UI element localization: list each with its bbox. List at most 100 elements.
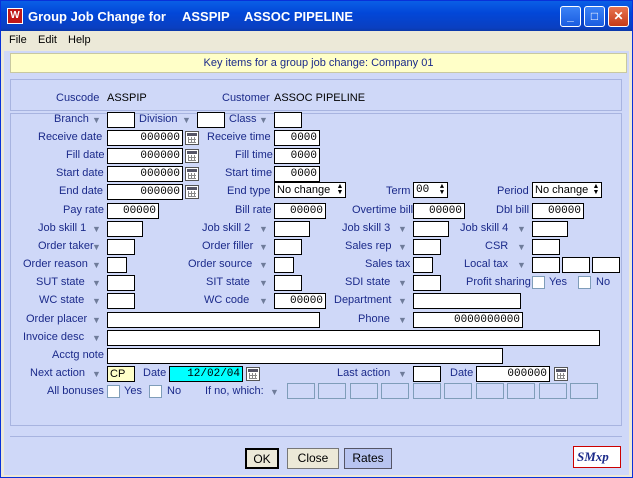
csr-dropdown-icon[interactable] <box>515 241 528 254</box>
invoice-desc-field[interactable] <box>107 330 600 346</box>
menu-file[interactable]: File <box>9 34 27 46</box>
end-date-calendar-icon[interactable] <box>185 185 199 199</box>
end-date-field[interactable]: 000000 <box>107 184 183 200</box>
sit-state-dropdown-icon[interactable] <box>257 277 270 290</box>
next-action-field[interactable]: CP <box>107 366 135 382</box>
csr-field[interactable] <box>532 239 560 255</box>
close-window-button[interactable]: ✕ <box>608 6 629 27</box>
department-field[interactable] <box>413 293 521 309</box>
job-skill-3-field[interactable] <box>413 221 449 237</box>
last-date-calendar-icon[interactable] <box>554 367 568 381</box>
class-dropdown-icon[interactable] <box>257 114 270 127</box>
overtime-bill-field[interactable]: 00000 <box>413 203 465 219</box>
job-skill-4-dropdown-icon[interactable] <box>515 223 528 236</box>
sales-tax-field[interactable] <box>413 257 433 273</box>
bonus-slot-7[interactable] <box>476 383 504 399</box>
job-skill-1-dropdown-icon[interactable] <box>90 223 103 236</box>
order-placer-dropdown-icon[interactable] <box>90 314 103 327</box>
class-field[interactable] <box>274 112 302 128</box>
period-select[interactable]: No change ▲ ▼ <box>532 182 602 198</box>
department-dropdown-icon[interactable] <box>396 295 409 308</box>
bonus-dropdown-icon[interactable] <box>268 386 281 399</box>
dbl-bill-field[interactable]: 00000 <box>532 203 584 219</box>
wc-code-field[interactable]: 00000 <box>274 293 326 309</box>
local-tax-field-1[interactable] <box>532 257 560 273</box>
last-action-field[interactable] <box>413 366 441 382</box>
close-button[interactable]: Close <box>287 448 339 469</box>
all-bonuses-yes-checkbox[interactable] <box>107 385 120 398</box>
bonus-slot-5[interactable] <box>413 383 441 399</box>
order-source-dropdown-icon[interactable] <box>257 259 270 272</box>
sit-state-field[interactable] <box>274 275 302 291</box>
order-filler-dropdown-icon[interactable] <box>257 241 270 254</box>
division-dropdown-icon[interactable] <box>180 114 193 127</box>
next-date-calendar-icon[interactable] <box>246 367 260 381</box>
sdi-state-dropdown-icon[interactable] <box>396 277 409 290</box>
menu-edit[interactable]: Edit <box>38 34 57 46</box>
maximize-button[interactable]: □ <box>584 6 605 27</box>
start-date-calendar-icon[interactable] <box>185 167 199 181</box>
term-select[interactable]: 00 ▲ ▼ <box>413 182 448 198</box>
job-skill-4-field[interactable] <box>532 221 568 237</box>
acctg-note-field[interactable] <box>107 348 503 364</box>
bonus-slot-1[interactable] <box>287 383 315 399</box>
end-type-spinner-icon[interactable]: ▲ ▼ <box>336 183 344 196</box>
next-date-field[interactable]: 12/02/04 <box>169 366 243 382</box>
receive-time-field[interactable]: 0000 <box>274 130 320 146</box>
all-bonuses-no-checkbox[interactable] <box>149 385 162 398</box>
bonus-slot-10[interactable] <box>570 383 598 399</box>
bonus-slot-3[interactable] <box>350 383 378 399</box>
order-reason-dropdown-icon[interactable] <box>90 259 103 272</box>
bonus-slot-9[interactable] <box>539 383 567 399</box>
order-taker-dropdown-icon[interactable] <box>90 241 103 254</box>
pay-rate-field[interactable]: 00000 <box>107 203 159 219</box>
term-spinner-icon[interactable]: ▲ ▼ <box>438 184 446 197</box>
profit-sharing-yes-checkbox[interactable] <box>532 276 545 289</box>
invoice-desc-dropdown-icon[interactable] <box>90 332 103 345</box>
fill-date-field[interactable]: 000000 <box>107 148 183 164</box>
order-source-field[interactable] <box>274 257 294 273</box>
wc-state-dropdown-icon[interactable] <box>90 295 103 308</box>
ok-button[interactable]: OK <box>245 448 279 469</box>
order-placer-field[interactable] <box>107 312 320 328</box>
minimize-button[interactable]: _ <box>560 6 581 27</box>
menu-help[interactable]: Help <box>68 34 91 46</box>
last-date-field[interactable]: 000000 <box>476 366 550 382</box>
wc-state-field[interactable] <box>107 293 135 309</box>
start-time-field[interactable]: 0000 <box>274 166 320 182</box>
next-action-dropdown-icon[interactable] <box>90 368 103 381</box>
local-tax-field-3[interactable] <box>592 257 620 273</box>
order-taker-field[interactable] <box>107 239 135 255</box>
bill-rate-field[interactable]: 00000 <box>274 203 326 219</box>
bonus-slot-6[interactable] <box>444 383 472 399</box>
division-field[interactable] <box>197 112 225 128</box>
order-filler-field[interactable] <box>274 239 302 255</box>
receive-date-field[interactable]: 000000 <box>107 130 183 146</box>
last-action-dropdown-icon[interactable] <box>396 368 409 381</box>
phone-field[interactable]: 0000000000 <box>413 312 523 328</box>
job-skill-2-field[interactable] <box>274 221 310 237</box>
branch-field[interactable] <box>107 112 135 128</box>
period-spinner-icon[interactable]: ▲ ▼ <box>592 183 600 196</box>
profit-sharing-no-checkbox[interactable] <box>578 276 591 289</box>
fill-time-field[interactable]: 0000 <box>274 148 320 164</box>
wc-code-dropdown-icon[interactable] <box>257 295 270 308</box>
start-date-field[interactable]: 000000 <box>107 166 183 182</box>
sales-rep-dropdown-icon[interactable] <box>396 241 409 254</box>
job-skill-1-field[interactable] <box>107 221 143 237</box>
fill-date-calendar-icon[interactable] <box>185 149 199 163</box>
phone-dropdown-icon[interactable] <box>396 314 409 327</box>
end-type-select[interactable]: No change ▲ ▼ <box>274 182 346 198</box>
sut-state-dropdown-icon[interactable] <box>90 277 103 290</box>
bonus-slot-8[interactable] <box>507 383 535 399</box>
order-reason-field[interactable] <box>107 257 127 273</box>
job-skill-3-dropdown-icon[interactable] <box>396 223 409 236</box>
rates-button[interactable]: Rates <box>344 448 392 469</box>
sales-rep-field[interactable] <box>413 239 441 255</box>
bonus-slot-2[interactable] <box>318 383 346 399</box>
local-tax-dropdown-icon[interactable] <box>515 259 528 272</box>
receive-date-calendar-icon[interactable] <box>185 131 199 145</box>
sut-state-field[interactable] <box>107 275 135 291</box>
bonus-slot-4[interactable] <box>381 383 409 399</box>
sdi-state-field[interactable] <box>413 275 441 291</box>
